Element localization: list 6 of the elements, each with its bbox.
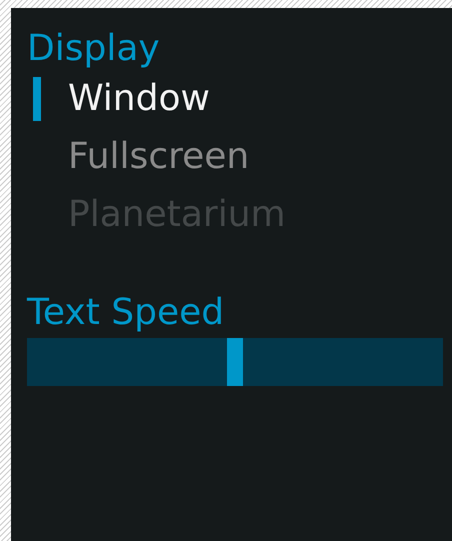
text-speed-slider[interactable] bbox=[27, 338, 443, 386]
display-option[interactable]: Window bbox=[68, 77, 210, 121]
display-option[interactable]: Fullscreen bbox=[68, 135, 250, 179]
section-title: Text Speed bbox=[27, 292, 226, 334]
section-title: Display bbox=[27, 28, 161, 70]
slider-thumb[interactable] bbox=[227, 338, 243, 386]
